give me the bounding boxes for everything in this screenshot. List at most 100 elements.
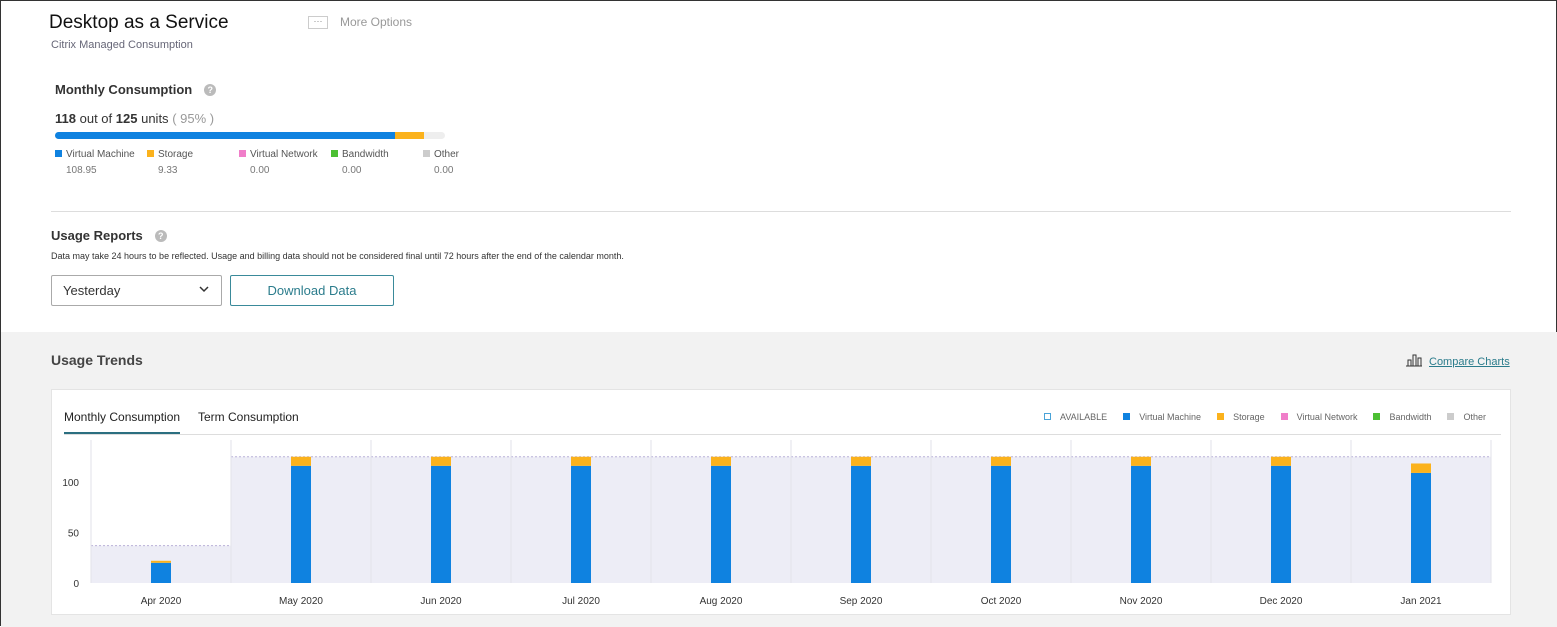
y-tick-label: 50 <box>68 529 80 540</box>
y-tick-label: 0 <box>73 579 79 590</box>
bar-virtual-machine <box>291 465 311 583</box>
more-options-button[interactable]: ··· More Options <box>308 15 412 29</box>
x-tick-label: Nov 2020 <box>1120 596 1163 607</box>
more-options-label: More Options <box>340 15 413 29</box>
x-tick-label: Dec 2020 <box>1260 596 1303 607</box>
legend-value: 0.00 <box>434 165 454 176</box>
usage-chart: Apr 2020 May 2020 Jun 2020 Jul 2020 Aug 2020… <box>62 440 1492 607</box>
bar-storage <box>991 456 1011 466</box>
tab-term-consumption[interactable]: Term Consumption <box>198 410 299 432</box>
heading-text: Usage Reports <box>51 228 143 243</box>
legend-item: Storage 9.33 <box>147 149 239 176</box>
bar-storage <box>1411 463 1431 473</box>
x-tick-label: Aug 2020 <box>700 596 743 607</box>
x-tick-label: Apr 2020 <box>141 596 182 607</box>
units-summary: 118 out of 125 units ( 95% ) <box>55 111 214 126</box>
page-title: Desktop as a Service <box>49 12 229 33</box>
bar-storage <box>571 456 591 466</box>
bar-virtual-machine <box>711 465 731 583</box>
x-tick-label: Jun 2020 <box>420 596 462 607</box>
help-icon[interactable]: ? <box>154 230 167 242</box>
heading-text: Monthly Consumption <box>55 82 193 97</box>
chart-legend-item: Virtual Network <box>1280 412 1358 422</box>
out-of: out of <box>79 111 113 126</box>
bar-virtual-machine <box>151 562 171 583</box>
legend-label: AVAILABLE <box>1059 412 1108 422</box>
x-tick-label: May 2020 <box>279 596 323 607</box>
legend-swatch <box>423 150 430 157</box>
divider <box>51 211 1511 212</box>
bar-virtual-machine <box>1131 465 1151 583</box>
legend-label: Storage <box>1233 412 1265 422</box>
x-tick-label: Jul 2020 <box>562 596 600 607</box>
chevron-down-icon <box>198 283 210 298</box>
consumption-bar <box>55 132 445 139</box>
monthly-consumption-heading: Monthly Consumption? <box>55 82 217 97</box>
legend-swatch <box>147 150 154 157</box>
used-units: 118 <box>55 111 76 126</box>
legend-value: 0.00 <box>342 165 362 176</box>
help-icon[interactable]: ? <box>204 84 217 96</box>
legend-item: Other 0.00 <box>423 149 515 176</box>
total-units: 125 <box>115 111 138 126</box>
bar-segment-storage <box>394 132 425 139</box>
legend-label: Bandwidth <box>342 149 389 160</box>
bar-virtual-machine <box>571 465 591 583</box>
legend-item: Bandwidth 0.00 <box>331 149 423 176</box>
legend-swatch <box>1043 413 1051 420</box>
bar-virtual-machine <box>1411 472 1431 583</box>
legend-label: Other <box>434 149 460 160</box>
bar-segment-virtual-machine <box>55 132 395 139</box>
bar-storage <box>1131 456 1151 466</box>
selected-range: Yesterday <box>63 283 121 298</box>
bar-storage <box>151 560 171 563</box>
bar-storage <box>291 456 311 466</box>
consumption-legend: Virtual Machine 108.95 Storage 9.33 Virtual … <box>55 149 515 176</box>
legend-label: Virtual Machine <box>1139 412 1202 422</box>
legend-swatch <box>1123 413 1131 420</box>
tab-monthly-consumption[interactable]: Monthly Consumption <box>64 410 181 435</box>
bar-storage <box>1271 456 1291 466</box>
legend-label: Virtual Network <box>1296 412 1358 422</box>
bar-storage <box>431 456 451 466</box>
legend-label: Virtual Machine <box>66 149 135 160</box>
legend-swatch <box>1373 413 1381 420</box>
y-tick-label: 100 <box>62 478 79 489</box>
bar-virtual-machine <box>431 465 451 583</box>
usage-trends-heading: Usage Trends <box>51 352 143 368</box>
x-tick-label: Sep 2020 <box>840 596 883 607</box>
x-tick-label: Jan 2021 <box>1400 596 1442 607</box>
legend-label: Bandwidth <box>1389 412 1432 422</box>
legend-value: 9.33 <box>158 165 178 176</box>
bar-virtual-machine <box>991 465 1011 583</box>
download-data-button[interactable]: Download Data <box>230 275 394 306</box>
legend-swatch <box>1217 413 1225 420</box>
legend-item: Virtual Network 0.00 <box>239 149 331 176</box>
legend-item: Virtual Machine 108.95 <box>55 149 147 176</box>
units-label: units <box>141 111 169 126</box>
legend-swatch <box>239 150 246 157</box>
chart-legend-item: Storage <box>1217 412 1265 422</box>
chart-legend-item: Other <box>1447 412 1486 422</box>
chart-legend-item: Virtual Machine <box>1123 412 1201 422</box>
reports-note: Data may take 24 hours to be reflected. … <box>51 251 624 261</box>
compare-charts-link[interactable]: Compare Charts <box>1405 353 1510 370</box>
page-subtitle: Citrix Managed Consumption <box>51 39 193 51</box>
legend-value: 108.95 <box>66 165 97 176</box>
percent: ( 95% ) <box>172 111 215 126</box>
usage-reports-heading: Usage Reports? <box>51 228 167 243</box>
bar-storage <box>711 456 731 466</box>
bar-virtual-machine <box>1271 465 1291 583</box>
legend-swatch <box>1280 413 1288 420</box>
legend-label: Other <box>1463 412 1486 422</box>
bar-virtual-machine <box>851 465 871 583</box>
compare-label: Compare Charts <box>1429 355 1510 368</box>
legend-value: 0.00 <box>250 165 270 176</box>
more-icon: ··· <box>308 15 328 29</box>
bar-storage <box>851 456 871 466</box>
legend-label: Storage <box>158 149 194 160</box>
legend-swatch <box>55 150 62 157</box>
date-range-select[interactable]: Yesterday <box>51 275 222 306</box>
usage-trends-card: Monthly Consumption Term Consumption AVA… <box>51 389 1511 615</box>
bar-chart-icon <box>1405 353 1423 370</box>
